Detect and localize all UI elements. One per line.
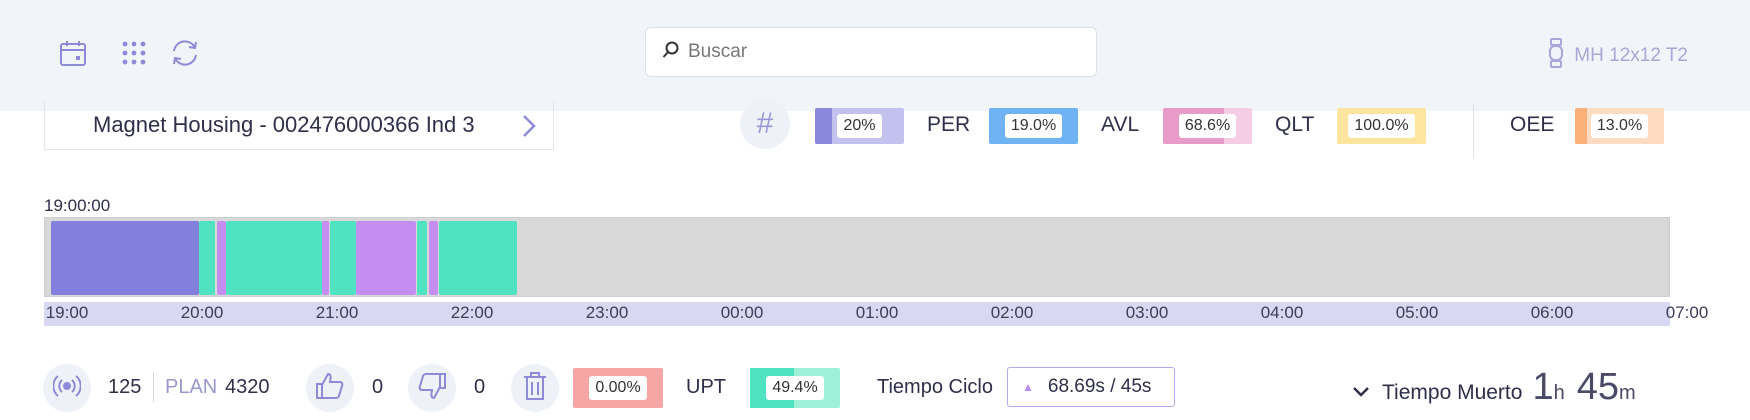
produced-count: 125 (108, 376, 142, 398)
timeline-segment-setup[interactable] (51, 221, 199, 295)
timeline-segment-stop[interactable] (217, 221, 226, 295)
upt-badge: 49.4% (750, 368, 840, 408)
timeline-tick-label: 03:00 (1125, 303, 1169, 322)
signal-button[interactable] (43, 364, 91, 412)
timeline-tick-label: 00:00 (720, 303, 764, 322)
hash-icon: # (756, 107, 774, 140)
per-badge: 19.0% (989, 108, 1078, 144)
scrap-rate-badge: 0.00% (573, 368, 663, 408)
timeline-tick-label: 20:00 (180, 303, 224, 322)
scrap-button[interactable] (511, 364, 559, 412)
timeline-tick-label: 02:00 (990, 303, 1034, 322)
triangle-up-icon: ▲ (1022, 380, 1034, 394)
dead-time-minutes: 45 (1576, 366, 1619, 408)
cycle-time-label: Tiempo Ciclo (877, 376, 993, 398)
timeline-segment-running[interactable] (439, 221, 517, 295)
metric-first-fill (815, 108, 832, 144)
scrap-rate-value: 0.00% (589, 376, 647, 400)
timeline-tick-label: 19:00 (45, 303, 89, 322)
timeline-tick-label: 21:00 (315, 303, 359, 322)
timeline-tick-label: 23:00 (585, 303, 629, 322)
trash-icon (523, 371, 547, 405)
timeline-track[interactable] (44, 217, 1670, 297)
grid-icon[interactable] (117, 36, 151, 70)
cycle-time-box: ▲ 68.69s / 45s (1007, 367, 1175, 407)
machine-name: MH 12x12 T2 (1574, 45, 1688, 66)
qlt-label: QLT (1275, 113, 1315, 136)
dead-time-label: Tiempo Muerto (1382, 381, 1523, 404)
per-label: PER (927, 113, 971, 136)
metric-first-value: 20% (837, 114, 882, 138)
timeline-tick-label: 07:00 (1665, 303, 1709, 322)
avl-badge: 68.6% (1163, 108, 1252, 144)
good-parts-count: 0 (372, 376, 384, 398)
timeline-segment-stop[interactable] (429, 221, 438, 295)
plan-value: 4320 (225, 376, 270, 398)
timeline-segment-running[interactable] (199, 221, 215, 295)
timeline-tick-label: 22:00 (450, 303, 494, 322)
chevron-down-icon[interactable] (1352, 385, 1370, 404)
metric-first-badge: 20% (815, 108, 904, 144)
timeline-tick-label: 01:00 (855, 303, 899, 322)
dead-time[interactable]: Tiempo Muerto 1 h 45 m (1352, 366, 1636, 409)
metrics-divider (1473, 104, 1474, 158)
upt-label: UPT (686, 376, 726, 398)
count-separator (153, 372, 154, 402)
product-name: Magnet Housing - 002476000366 Ind 3 (93, 112, 475, 137)
timeline-start-time: 19:00:00 (44, 196, 111, 215)
watch-icon (1548, 38, 1564, 74)
per-value: 19.0% (1004, 114, 1063, 138)
timeline-segment-running[interactable] (226, 221, 322, 295)
qlt-badge: 100.0% (1337, 108, 1426, 144)
oee-value: 13.0% (1590, 114, 1649, 138)
oee-label: OEE (1510, 113, 1555, 136)
timeline-tick-label: 05:00 (1395, 303, 1439, 322)
search-box[interactable] (645, 27, 1097, 77)
refresh-icon[interactable] (168, 36, 202, 70)
oee-fill (1575, 108, 1587, 144)
qlt-value: 100.0% (1348, 114, 1415, 138)
search-icon (662, 41, 680, 64)
machine-selector[interactable]: MH 12x12 T2 (1548, 38, 1688, 74)
dead-time-minutes-unit: m (1618, 382, 1636, 404)
avl-label: AVL (1101, 113, 1140, 136)
chevron-right-icon[interactable] (519, 113, 539, 145)
product-selector[interactable]: Magnet Housing - 002476000366 Ind 3 (44, 101, 554, 150)
signal-icon (52, 374, 82, 403)
search-input[interactable] (688, 41, 1068, 63)
oee-badge: 13.0% (1575, 108, 1664, 144)
plan-label: PLAN (165, 376, 218, 398)
timeline-tick-label: 06:00 (1530, 303, 1574, 322)
timeline-segment-running[interactable] (417, 221, 427, 295)
cycle-time-value: 68.69s / 45s (1047, 376, 1152, 397)
timeline-tick-label: 04:00 (1260, 303, 1304, 322)
dead-time-hours-unit: h (1553, 382, 1565, 404)
avl-value: 68.6% (1178, 114, 1237, 138)
bad-parts-button[interactable] (408, 364, 456, 412)
dead-time-hours: 1 (1532, 366, 1554, 408)
timeline-segment-stop[interactable] (322, 221, 329, 295)
thumbs-up-icon (315, 371, 345, 406)
thumbs-down-icon (417, 371, 447, 406)
top-header: MH 12x12 T2 (0, 0, 1750, 111)
hash-button[interactable]: # (740, 99, 790, 149)
upt-value: 49.4% (766, 376, 824, 400)
calendar-icon[interactable] (56, 36, 90, 70)
timeline-segment-running[interactable] (330, 221, 356, 295)
bad-parts-count: 0 (474, 376, 486, 398)
good-parts-button[interactable] (306, 364, 354, 412)
timeline-segment-stop[interactable] (356, 221, 416, 295)
